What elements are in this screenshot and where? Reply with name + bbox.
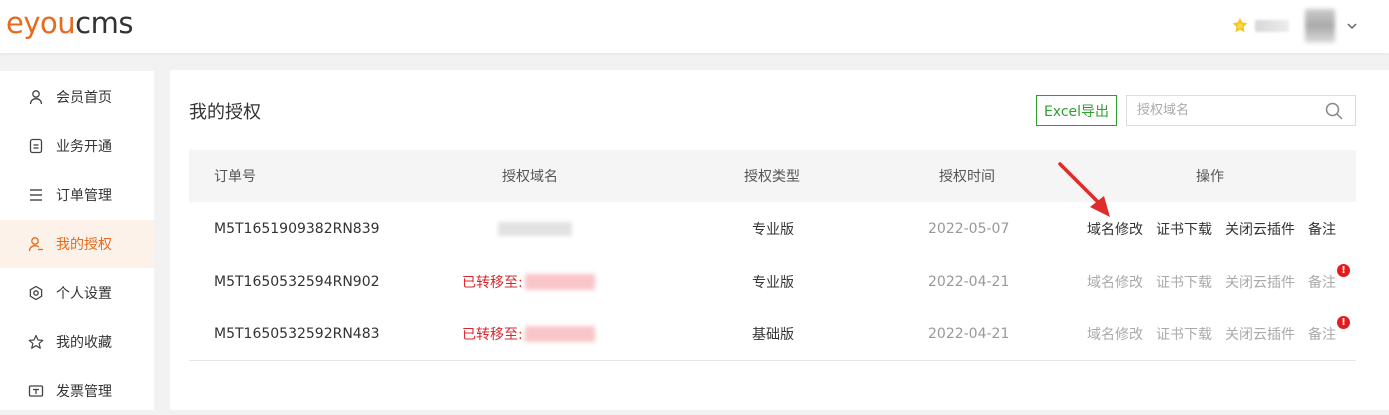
column-header-domain: 授权域名 [502,169,558,185]
sidebar-item-invoice[interactable]: 发票管理 [0,367,154,415]
domain-redacted [498,221,572,236]
search-input[interactable] [1127,96,1317,125]
license-type: 专业版 [752,221,794,238]
download-cert-link[interactable]: 证书下载 [1156,219,1212,239]
sidebar-item-label: 订单管理 [56,188,112,204]
license-time: 2022-05-07 [928,220,1010,237]
download-cert-link: 证书下载 [1156,327,1212,343]
row-actions: 域名修改 证书下载 关闭云插件 备注! [1087,255,1350,308]
table-header: 订单号 授权域名 授权类型 授权时间 操作 [189,150,1356,202]
sidebar-item-settings[interactable]: 个人设置 [0,269,154,317]
remark-link[interactable]: 备注 [1308,219,1336,239]
list-icon [30,189,42,201]
sidebar-item-label: 我的收藏 [56,335,112,351]
close-cloud-plugin-link: 关闭云插件 [1225,327,1295,343]
chevron-down-icon[interactable] [1345,19,1359,33]
alert-icon: ! [1337,263,1350,277]
page-title: 我的授权 [189,102,261,123]
sidebar: 会员首页 业务开通 订单管理 我的授权 个人设置 我的收藏 发票管理 [0,71,154,410]
column-header-type: 授权类型 [744,169,800,185]
row-actions: 域名修改 证书下载 关闭云插件 备注! [1087,308,1350,360]
avatar[interactable] [1305,9,1335,43]
sidebar-item-orders[interactable]: 订单管理 [0,171,154,219]
license-domain: 已转移至: [462,308,595,360]
remark-link[interactable]: 备注! [1308,263,1350,292]
table-row: M5T1650532594RN902 已转移至: 专业版 2022-04-21 … [189,255,1356,308]
table-row: M5T1650532592RN483 已转移至: 基础版 2022-04-21 … [189,308,1356,361]
vip-crown-icon [1232,17,1248,33]
license-domain [462,202,572,255]
table-row: M5T1651909382RN839 专业版 2022-05-07 域名修改 证… [189,202,1356,255]
sidebar-item-favorites[interactable]: 我的收藏 [0,318,154,366]
domain-redacted [524,273,595,290]
order-number: M5T1651909382RN839 [214,220,380,237]
sidebar-item-label: 个人设置 [56,286,112,302]
column-header-actions: 操作 [1196,169,1224,185]
license-type: 基础版 [752,327,794,343]
sidebar-item-label: 业务开通 [56,139,112,155]
star-icon [28,334,44,349]
sidebar-item-label: 会员首页 [56,90,112,106]
settings-icon [29,285,43,301]
search-box [1126,95,1356,126]
transferred-label: 已转移至: [462,327,523,343]
sidebar-item-member-home[interactable]: 会员首页 [0,73,154,121]
top-bar: eyoucms [0,0,1389,53]
service-icon [29,138,43,154]
edit-domain-link[interactable]: 域名修改 [1087,219,1143,239]
license-user-icon [28,237,43,252]
domain-redacted [524,326,595,342]
close-cloud-plugin-link[interactable]: 关闭云插件 [1225,219,1295,239]
eyoucms-logo[interactable]: eyoucms [6,4,133,42]
license-time: 2022-04-21 [928,326,1010,342]
sidebar-item-my-license[interactable]: 我的授权 [0,220,154,268]
excel-export-button[interactable]: Excel导出 [1036,95,1117,126]
download-cert-link: 证书下载 [1156,274,1212,291]
edit-domain-link: 域名修改 [1087,327,1143,343]
invoice-icon [28,385,44,397]
license-domain: 已转移至: [462,255,595,308]
user-menu[interactable] [1231,9,1359,43]
transferred-label: 已转移至: [462,274,523,291]
sidebar-item-service[interactable]: 业务开通 [0,122,154,170]
column-header-order: 订单号 [214,169,256,185]
license-type: 专业版 [752,274,794,291]
remark-link[interactable]: 备注! [1308,316,1350,344]
search-icon[interactable] [1325,102,1343,120]
order-number: M5T1650532592RN483 [214,326,380,342]
alert-icon: ! [1337,316,1350,329]
username-redacted [1255,20,1289,32]
row-actions: 域名修改 证书下载 关闭云插件 备注 [1087,202,1349,255]
sidebar-item-label: 我的授权 [56,237,112,253]
license-table: 订单号 授权域名 授权类型 授权时间 操作 M5T1651909382RN839… [189,150,1356,361]
order-number: M5T1650532594RN902 [214,273,380,290]
license-time: 2022-04-21 [928,273,1010,290]
edit-domain-link: 域名修改 [1087,274,1143,291]
remark-label: 备注 [1308,327,1336,343]
main-panel: 我的授权 Excel导出 订单号 授权域名 授权类型 授权时间 操作 M5T16… [170,70,1389,410]
user-icon [29,90,43,105]
column-header-time: 授权时间 [939,169,995,185]
close-cloud-plugin-link: 关闭云插件 [1225,274,1295,291]
remark-label: 备注 [1308,274,1336,291]
sidebar-item-label: 发票管理 [56,384,112,400]
